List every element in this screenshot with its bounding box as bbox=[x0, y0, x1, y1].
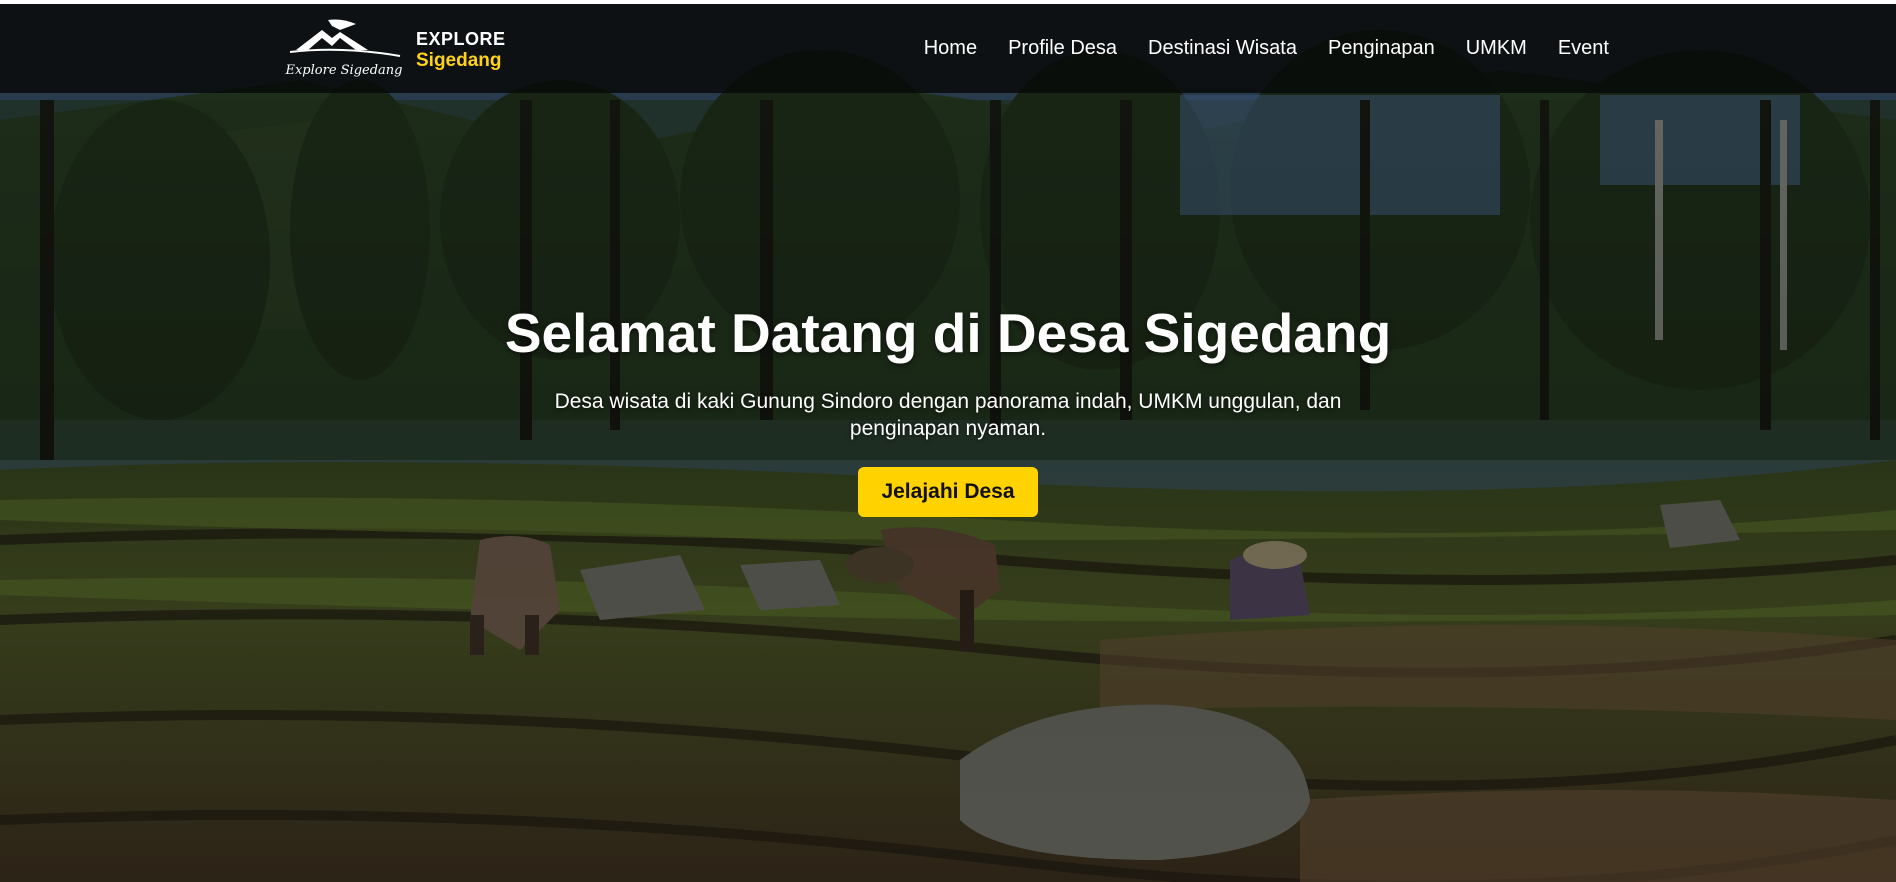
nav-home[interactable]: Home bbox=[924, 37, 977, 60]
nav-event[interactable]: Event bbox=[1558, 37, 1609, 60]
explore-village-button[interactable]: Jelajahi Desa bbox=[858, 466, 1038, 517]
nav-umkm[interactable]: UMKM bbox=[1466, 37, 1527, 60]
nav-destinasi-wisata[interactable]: Destinasi Wisata bbox=[1148, 37, 1297, 60]
main-navigation: Home Profile Desa Destinasi Wisata Pengi… bbox=[924, 4, 1609, 93]
logo-script-text: Explore Sigedang bbox=[284, 63, 402, 78]
brand-text: EXPLORE Sigedang bbox=[416, 29, 506, 72]
nav-penginapan[interactable]: Penginapan bbox=[1328, 37, 1435, 60]
brand-title: EXPLORE bbox=[416, 29, 506, 49]
brand-subtitle: Sigedang bbox=[416, 49, 502, 71]
hero-title: Selamat Datang di Desa Sigedang bbox=[504, 302, 1392, 364]
mountain-logo-icon: Explore Sigedang bbox=[284, 19, 403, 78]
nav-profile-desa[interactable]: Profile Desa bbox=[1008, 37, 1117, 60]
hero-subtitle: Desa wisata di kaki Gunung Sindoro denga… bbox=[554, 390, 1342, 441]
brand-link[interactable]: Explore Sigedang EXPLORE Sigedang bbox=[282, 16, 512, 80]
hero-content: Selamat Datang di Desa Sigedang Desa wis… bbox=[498, 300, 1398, 517]
navbar: Explore Sigedang EXPLORE Sigedang Home P… bbox=[0, 4, 1896, 93]
